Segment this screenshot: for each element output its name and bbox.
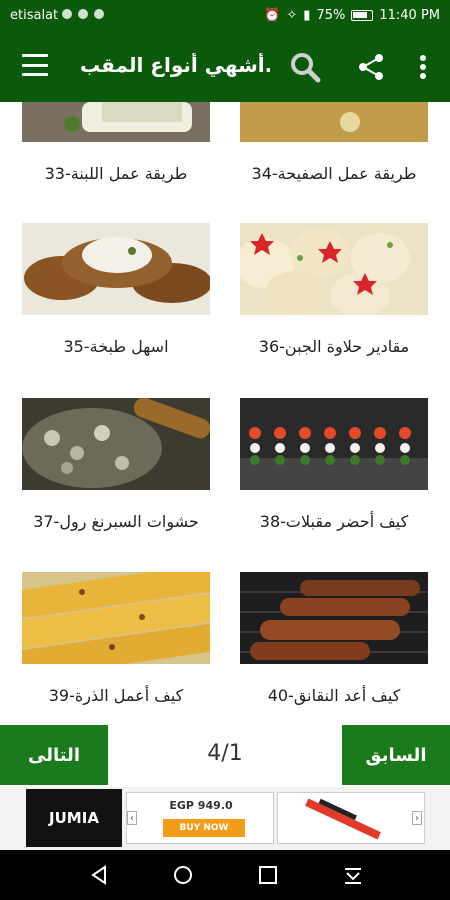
recipe-tile[interactable]: 36-مقادير حلاوة الجبن [234,223,434,356]
recipe-tile[interactable]: 38-كيف أحضر مقبلات [234,398,434,531]
recipe-tile[interactable]: 33-طريقة عمل اللبنة [16,102,216,183]
recipe-image [22,223,212,315]
chevron-right-icon[interactable]: › [412,811,422,825]
page-title: أشهي أنواع المقب.. [80,53,270,77]
recipe-label: 39-كيف أعمل الذرة [48,686,184,705]
status-bar: etisalat ⏰ ✧ ▮ 75% 11:40 PM [0,0,450,32]
recipe-image [235,223,428,317]
share-icon[interactable] [354,50,388,84]
clock: 11:40 PM [379,8,440,23]
notification-icons [62,9,104,19]
notification-shade-icon[interactable] [342,864,364,886]
recipe-image [12,564,222,678]
previous-button[interactable]: السابق [342,725,450,785]
battery-percent: 75% [316,8,346,23]
next-button[interactable]: التالى [0,725,108,785]
recipe-image [240,398,428,490]
buy-now-button[interactable]: BUY NOW [163,819,245,837]
recipe-grid: 33-طريقة عمل اللبنة 34-طريقة عمل الصفيحة… [0,102,450,725]
recipe-label: 36-مقادير حلاوة الجبن [258,337,410,356]
alarm-icon: ⏰ [264,8,281,23]
ad-product-image[interactable] [277,792,425,844]
recents-icon[interactable] [257,864,279,886]
recipe-tile[interactable]: 37-حشوات السبرنغ رول [16,397,216,531]
brand-logo: JUMIA [26,789,122,847]
battery-icon [351,10,374,21]
recipe-label: 35-اسهل طبخة [63,337,169,356]
tape-image [278,793,424,843]
whatsapp-icon [94,9,104,19]
app-bar: أشهي أنواع المقب.. [0,32,450,102]
status-right: ⏰ ✧ ▮ 75% 11:40 PM [264,8,440,23]
recipe-label: 40-كيف أعد النقانق [267,686,401,705]
overflow-menu-icon[interactable] [406,50,440,84]
menu-icon[interactable] [22,54,48,76]
recipe-label: 34-طريقة عمل الصفيحة [251,164,417,183]
recipe-label: 38-كيف أحضر مقبلات [259,512,409,531]
chevron-left-icon[interactable]: ‹ [127,811,137,825]
android-nav-bar [0,850,450,900]
notification-dot-icon [62,9,72,19]
recipe-label: 37-حشوات السبرنغ رول [33,512,199,531]
usb-icon [78,9,88,19]
pager: التالى 4/1 السابق [0,725,450,787]
ad-price-card[interactable]: EGP 949.0 BUY NOW [126,792,274,844]
wifi-icon: ✧ [286,8,298,23]
recipe-tile[interactable]: 34-طريقة عمل الصفيحة [234,102,434,183]
recipe-image [22,102,210,142]
back-icon[interactable] [88,864,110,886]
recipe-image [240,572,428,664]
signal-icon: ▮ [303,8,311,23]
ad-price: EGP 949.0 [169,799,233,812]
recipe-image [240,102,428,142]
recipe-tile[interactable]: 35-اسهل طبخة [16,223,216,356]
carrier-name: etisalat [10,8,59,23]
home-icon[interactable] [172,864,194,886]
page-indicator: 4/1 [207,741,243,766]
recipe-label: 33-طريقة عمل اللبنة [44,164,188,183]
recipe-tile[interactable]: 40-كيف أعد النقانق [234,572,434,705]
recipe-tile[interactable]: 39-كيف أعمل الذرة [12,564,222,705]
recipe-image [22,397,211,490]
search-icon[interactable] [288,50,322,84]
ad-banner[interactable]: JUMIA EGP 949.0 BUY NOW ‹ › [0,787,450,850]
